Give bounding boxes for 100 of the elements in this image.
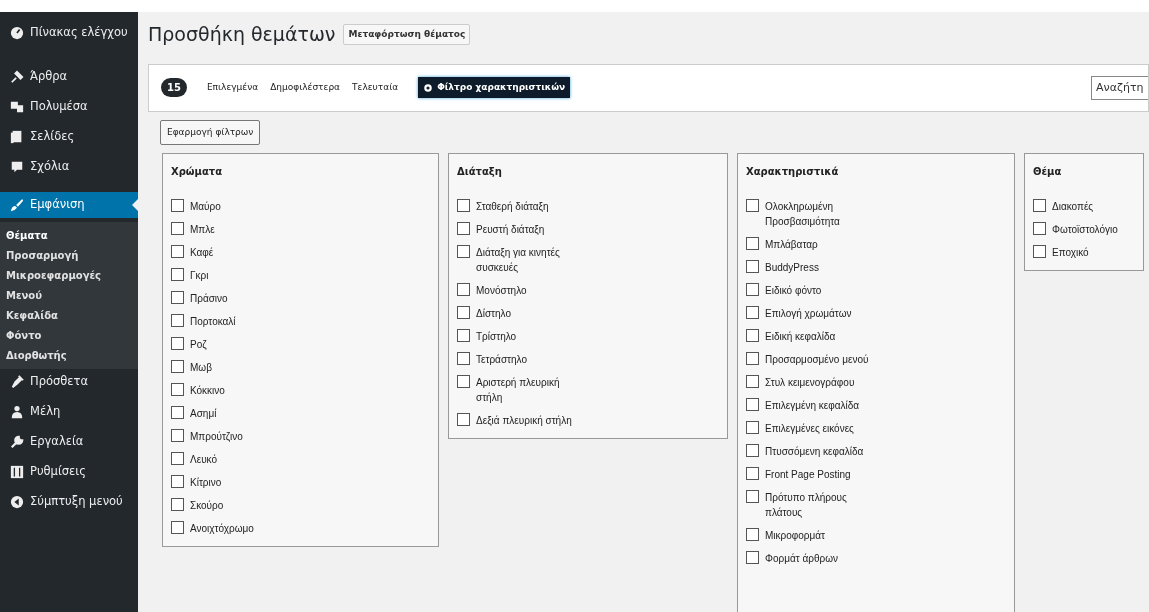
checkbox-label: Διακοπές: [1052, 200, 1094, 214]
checkbox[interactable]: [457, 245, 470, 258]
checkbox-label: Ασημί: [190, 407, 217, 421]
theme-count-badge: 15: [161, 78, 187, 97]
checkbox[interactable]: [171, 199, 184, 212]
checkbox[interactable]: [171, 475, 184, 488]
speech-bubble-icon: [10, 160, 24, 174]
checkbox-label: Δεξιά πλευρική στήλη: [476, 414, 572, 428]
checkbox[interactable]: [171, 337, 184, 350]
checkbox[interactable]: [746, 237, 759, 250]
checkbox[interactable]: [457, 375, 470, 388]
checkbox[interactable]: [171, 291, 184, 304]
submenu-item[interactable]: Διορθωτής: [0, 348, 138, 363]
filter-tab[interactable]: Δημοφιλέστερα: [270, 76, 341, 99]
checkbox-label: Σταθερή διάταξη: [476, 200, 549, 214]
checkbox[interactable]: [746, 421, 759, 434]
checkbox-label: Μπλε: [190, 223, 215, 237]
collapse-icon: [10, 495, 24, 509]
checkbox-label: Σκούρο: [190, 499, 224, 513]
checkbox[interactable]: [171, 360, 184, 373]
checkbox[interactable]: [746, 306, 759, 319]
media-icon: [10, 100, 24, 114]
sidebar-item[interactable]: Μέλη: [0, 399, 138, 425]
submenu-item[interactable]: Μενού: [0, 288, 138, 303]
checkbox[interactable]: [457, 329, 470, 342]
sidebar-item[interactable]: Πολυμέσα: [0, 94, 138, 120]
sidebar-item[interactable]: Εργαλεία: [0, 429, 138, 455]
filter-tab[interactable]: Επιλεγμένα: [206, 76, 259, 99]
checkbox-label: Ρευστή διάταξη: [476, 223, 545, 237]
submenu-item[interactable]: Μικροεφαρμογές: [0, 268, 138, 283]
checkbox[interactable]: [746, 528, 759, 541]
checkbox[interactable]: [1033, 222, 1046, 235]
checkbox-label: Front Page Posting: [765, 468, 851, 482]
submenu-item[interactable]: Κεφαλίδα: [0, 308, 138, 323]
checkbox-label: Πρότυπο πλήρους πλάτους: [765, 491, 848, 520]
checkbox-label: Ροζ: [190, 338, 207, 352]
checkbox[interactable]: [171, 245, 184, 258]
checkbox[interactable]: [171, 314, 184, 327]
checkbox-label: Τρίστηλο: [476, 330, 517, 344]
search-field[interactable]: Αναζήτη: [1091, 75, 1148, 100]
checkbox[interactable]: [171, 498, 184, 511]
checkbox[interactable]: [171, 268, 184, 281]
sidebar-item[interactable]: Σχόλια: [0, 154, 138, 180]
checkbox[interactable]: [746, 375, 759, 388]
upload-theme-button[interactable]: Μεταφόρτωση θέματος: [343, 23, 471, 45]
checkbox[interactable]: [457, 283, 470, 296]
checkbox[interactable]: [1033, 245, 1046, 258]
sidebar-item[interactable]: Άρθρα: [0, 64, 138, 90]
checkbox[interactable]: [457, 413, 470, 426]
apply-filters-button[interactable]: Εφαρμογή φίλτρων: [160, 119, 261, 145]
checkbox[interactable]: [746, 283, 759, 296]
paintbrush-icon: [10, 198, 24, 212]
checkbox[interactable]: [171, 406, 184, 419]
checkbox-label: Κόκκινο: [190, 384, 225, 398]
checkbox[interactable]: [171, 429, 184, 442]
checkbox[interactable]: [457, 352, 470, 365]
sidebar-item[interactable]: Ρυθμίσεις: [0, 459, 138, 485]
checkbox[interactable]: [746, 551, 759, 564]
sidebar-item[interactable]: Πίνακας ελέγχου: [0, 20, 138, 46]
checkbox[interactable]: [746, 260, 759, 273]
checkbox-label: Επιλογή χρωμάτων: [765, 307, 852, 321]
checkbox[interactable]: [457, 306, 470, 319]
checkbox-label: Μονόστηλο: [476, 284, 527, 298]
submenu-item[interactable]: Προσαρμογή: [0, 248, 138, 263]
checkbox[interactable]: [746, 199, 759, 212]
checkbox[interactable]: [1033, 199, 1046, 212]
checkbox[interactable]: [746, 352, 759, 365]
checkbox[interactable]: [746, 490, 759, 503]
filter-tab[interactable]: Φίλτρο χαρακτηριστικών: [418, 76, 571, 99]
checkbox[interactable]: [746, 398, 759, 411]
checkbox[interactable]: [171, 222, 184, 235]
checkbox-label: Καφέ: [190, 246, 214, 260]
checkbox[interactable]: [746, 329, 759, 342]
checkbox[interactable]: [171, 452, 184, 465]
checkbox-label: Μωβ: [190, 361, 212, 375]
filter-tab[interactable]: Τελευταία: [352, 76, 399, 99]
checkbox-label: Γκρι: [190, 269, 209, 283]
filter-group-title: Χρώματα: [171, 165, 224, 179]
checkbox-label: Εποχικό: [1052, 246, 1089, 260]
checkbox-label: Ολοκληρωμένη Προσβασιμότητα: [765, 200, 841, 229]
checkbox-label: Φορμάτ άρθρων: [765, 552, 839, 566]
sidebar-item[interactable]: Πρόσθετα: [0, 369, 138, 395]
checkbox[interactable]: [171, 383, 184, 396]
checkbox[interactable]: [746, 444, 759, 457]
sidebar-item[interactable]: Σύμπτυξη μενού: [0, 489, 138, 515]
checkbox[interactable]: [457, 199, 470, 212]
checkbox[interactable]: [171, 521, 184, 534]
checkbox[interactable]: [746, 467, 759, 480]
checkbox-label: BuddyPress: [765, 261, 819, 275]
checkbox-label: Κίτρινο: [190, 476, 222, 490]
checkbox-label: Τετράστηλο: [476, 353, 527, 367]
sidebar-item[interactable]: Εμφάνιση: [0, 192, 138, 218]
checkbox[interactable]: [457, 222, 470, 235]
settings-icon: [10, 465, 24, 479]
sidebar-item[interactable]: Σελίδες: [0, 124, 138, 150]
checkbox-label: Πορτοκαλί: [190, 315, 236, 329]
checkbox-label: Επιλεγμένες εικόνες: [765, 422, 854, 436]
submenu-item[interactable]: Θέματα: [0, 228, 138, 243]
checkbox-label: Λευκό: [190, 453, 218, 467]
submenu-item[interactable]: Φόντο: [0, 328, 138, 343]
